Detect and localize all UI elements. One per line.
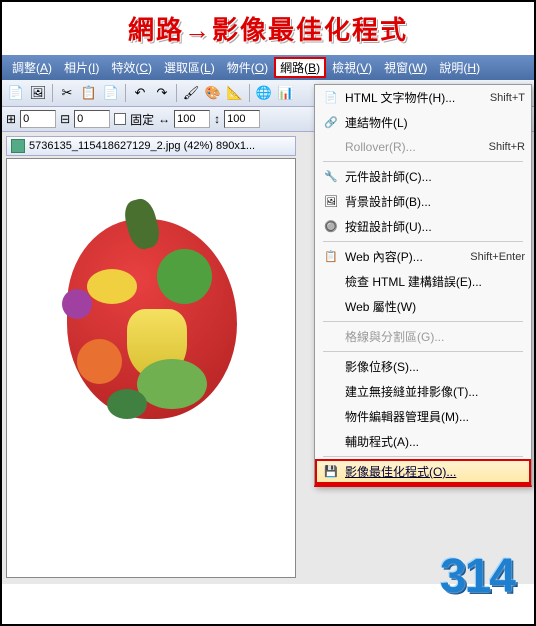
watermark-logo: 314 (440, 549, 514, 604)
menu-item-icon (321, 274, 341, 290)
menu-item-label: 影像最佳化程式(O)... (345, 463, 525, 480)
menu-item-label: 建立無接縫並排影像(T)... (345, 383, 525, 400)
redo-icon[interactable]: ↷ (152, 83, 172, 103)
menu-item[interactable]: 🖼背景設計師(B)... (315, 189, 531, 214)
menu-item[interactable]: 影像位移(S)... (315, 354, 531, 379)
menu-item-label: 按鈕設計師(U)... (345, 218, 525, 235)
menu-separator (323, 241, 523, 242)
x-input[interactable] (20, 110, 56, 128)
menu-item-shortcut: Shift+T (490, 92, 525, 104)
menu-item-label: 背景設計師(B)... (345, 193, 525, 210)
menu-item[interactable]: 💾影像最佳化程式(O)... (315, 459, 531, 484)
menu-item-icon: 📄 (321, 90, 341, 106)
menu-item[interactable]: 🔧元件設計師(C)... (315, 164, 531, 189)
menu-item-icon (321, 139, 341, 155)
menu-v[interactable]: 檢視(V) (326, 57, 378, 78)
w-input[interactable] (174, 110, 210, 128)
menu-item: 格線與分割區(G)... (315, 324, 531, 349)
menu-item[interactable]: 🔘按鈕設計師(U)... (315, 214, 531, 239)
menu-item-shortcut: Shift+Enter (470, 251, 525, 263)
toolbar-btn[interactable]: 📄 (6, 83, 26, 103)
menu-item-icon (321, 299, 341, 315)
y-input[interactable] (74, 110, 110, 128)
menu-item-label: 連結物件(L) (345, 114, 525, 131)
menu-item-icon: 🔧 (321, 169, 341, 185)
menu-separator (323, 161, 523, 162)
menu-l[interactable]: 選取區(L) (158, 57, 221, 78)
menu-item[interactable]: 🔗連結物件(L) (315, 110, 531, 135)
h-input[interactable] (224, 110, 260, 128)
cut-icon[interactable]: ✂ (57, 83, 77, 103)
menu-h[interactable]: 說明(H) (433, 57, 486, 78)
toolbar-btn[interactable]: 🖌 (181, 83, 201, 103)
menu-i[interactable]: 相片(I) (58, 57, 105, 78)
menu-item[interactable]: 📄HTML 文字物件(H)...Shift+T (315, 85, 531, 110)
menu-item-label: 影像位移(S)... (345, 358, 525, 375)
menu-a[interactable]: 調整(A) (6, 57, 58, 78)
menu-item[interactable]: 檢查 HTML 建構錯誤(E)... (315, 269, 531, 294)
menu-item-shortcut: Shift+R (489, 141, 525, 153)
menu-item-icon (321, 384, 341, 400)
menu-separator (323, 321, 523, 322)
menu-item-icon (321, 329, 341, 345)
menu-item-icon: 💾 (321, 464, 341, 480)
menu-item: Rollover(R)...Shift+R (315, 135, 531, 159)
lock-label: 固定 (130, 111, 154, 128)
image-canvas[interactable] (6, 158, 296, 578)
web-menu-dropdown: 📄HTML 文字物件(H)...Shift+T🔗連結物件(L)Rollover(… (314, 84, 532, 487)
menu-item-label: 檢查 HTML 建構錯誤(E)... (345, 273, 525, 290)
menu-item-label: Web 屬性(W) (345, 298, 525, 315)
menu-item-icon: 🖼 (321, 194, 341, 210)
menu-item-icon (321, 409, 341, 425)
menu-bar: 調整(A)相片(I)特效(C)選取區(L)物件(O)網路(B)檢視(V)視窗(W… (2, 55, 534, 80)
menu-item-label: Rollover(R)... (345, 140, 489, 154)
menu-item-icon: 🔗 (321, 115, 341, 131)
menu-item-label: 格線與分割區(G)... (345, 328, 525, 345)
menu-item[interactable]: 建立無接縫並排影像(T)... (315, 379, 531, 404)
menu-item-icon: 🔘 (321, 219, 341, 235)
lock-checkbox[interactable] (114, 113, 126, 125)
toolbar-btn[interactable]: 🎨 (203, 83, 223, 103)
menu-item-label: 輔助程式(A)... (345, 433, 525, 450)
menu-item-icon: 📋 (321, 249, 341, 265)
tutorial-annotation: 網路→影像最佳化程式 (2, 2, 534, 55)
menu-item-label: 物件編輯器管理員(M)... (345, 408, 525, 425)
menu-c[interactable]: 特效(C) (105, 57, 158, 78)
menu-b[interactable]: 網路(B) (274, 57, 326, 78)
menu-item[interactable]: Web 屬性(W) (315, 294, 531, 319)
toolbar-btn[interactable]: 🖼 (28, 83, 48, 103)
h-label: ↕ (214, 112, 220, 126)
menu-item-label: HTML 文字物件(H)... (345, 89, 490, 106)
menu-item[interactable]: 輔助程式(A)... (315, 429, 531, 454)
menu-item-icon (321, 434, 341, 450)
toolbar-btn[interactable]: 📐 (225, 83, 245, 103)
document-tab[interactable]: 5736135_115418627129_2.jpg (42%) 890x1..… (6, 136, 296, 156)
menu-item-label: Web 內容(P)... (345, 248, 470, 265)
y-label: ⊟ (60, 112, 70, 126)
menu-item[interactable]: 📋Web 內容(P)...Shift+Enter (315, 244, 531, 269)
menu-separator (323, 351, 523, 352)
w-label: ↔ (158, 112, 170, 126)
menu-separator (323, 456, 523, 457)
toolbar-btn[interactable]: 🌐 (254, 83, 274, 103)
x-label: ⊞ (6, 112, 16, 126)
menu-item-label: 元件設計師(C)... (345, 168, 525, 185)
undo-icon[interactable]: ↶ (130, 83, 150, 103)
menu-w[interactable]: 視窗(W) (378, 57, 433, 78)
menu-item-icon (321, 359, 341, 375)
paste-icon[interactable]: 📄 (101, 83, 121, 103)
menu-item[interactable]: 物件編輯器管理員(M)... (315, 404, 531, 429)
menu-o[interactable]: 物件(O) (221, 57, 274, 78)
document-title: 5736135_115418627129_2.jpg (42%) 890x1..… (29, 140, 255, 152)
toolbar-btn[interactable]: 📊 (276, 83, 296, 103)
image-icon (11, 139, 25, 153)
copy-icon[interactable]: 📋 (79, 83, 99, 103)
